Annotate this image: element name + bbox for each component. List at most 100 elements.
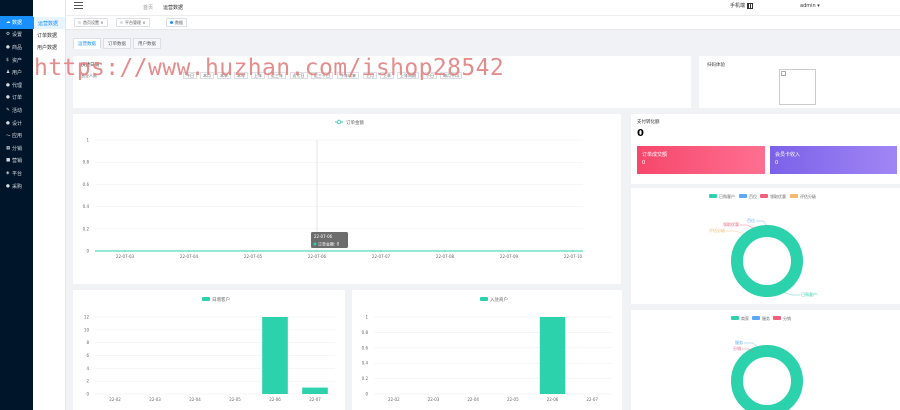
sidebar-item-12[interactable]: ◈ 平台 — [0, 167, 33, 180]
x-tick-label: 22-05 — [507, 397, 519, 402]
merchant-donut-chart: 商家 服务 分销服务分销 — [731, 315, 803, 410]
slice-label: 领取优惠 — [723, 221, 739, 227]
x-tick-label: 22-04 — [189, 397, 201, 402]
y-tick-label: 10 — [84, 327, 90, 332]
sidebar-item-10[interactable]: ▦ 分销 — [0, 142, 33, 155]
sidebar-item-0[interactable]: ☁ 数据 — [0, 16, 33, 29]
subnav-item-0[interactable]: 运营数据 — [33, 17, 65, 29]
y-tick-label: 0.6 — [83, 182, 90, 187]
data-point — [188, 250, 190, 252]
legend-marker — [752, 316, 760, 320]
breadcrumb-home[interactable]: 首页 — [143, 4, 153, 11]
x-tick-label: 22-06 — [547, 397, 559, 402]
dot-icon: ● — [6, 120, 10, 126]
x-tick-label: 22-07-05 — [244, 254, 263, 259]
y-tick-label: 0.6 — [362, 345, 369, 350]
subnav-item-2[interactable]: 用户数据 — [33, 41, 65, 53]
qr-code-icon[interactable] — [747, 2, 754, 9]
data-point — [444, 250, 446, 252]
legend-label: 百位 — [749, 193, 757, 199]
dollar-icon: $ — [6, 57, 9, 63]
y-tick-label: 0.8 — [83, 160, 90, 165]
tag-data[interactable]: 数据 — [166, 18, 187, 27]
legend-marker — [760, 194, 768, 198]
sidebar-item-9[interactable]: 〜应用 — [0, 129, 33, 142]
y-tick-label: 6 — [86, 353, 89, 358]
tag-platform[interactable]: 平台管理 × — [116, 18, 150, 27]
sidebar-item-label: 营销 — [12, 158, 23, 165]
sidebar-item-11[interactable]: ■ 营销 — [0, 155, 33, 168]
sidebar-item-label: 设计 — [12, 120, 23, 127]
x-tick-label: 22-04 — [467, 397, 479, 402]
sidebar-item-3[interactable]: $ 资产 — [0, 54, 33, 67]
x-tick-label: 22-07-03 — [116, 254, 135, 259]
x-tick-label: 22-05 — [229, 397, 241, 402]
order-amount-box: 订单成交额 0 — [637, 146, 765, 174]
hamburger-icon[interactable] — [74, 2, 83, 11]
close-icon[interactable]: × — [142, 20, 145, 25]
y-tick-label: 8 — [86, 340, 89, 345]
x-tick-label: 22-07 — [309, 397, 321, 402]
sidebar-item-1[interactable]: ⚙ 设置 — [0, 29, 33, 42]
close-icon[interactable]: × — [100, 20, 103, 25]
member-income-value: 0 — [775, 160, 779, 166]
bar — [539, 317, 566, 394]
data-point — [380, 250, 382, 252]
tooltip-dot — [313, 242, 317, 246]
sidebar-item-2[interactable]: ● 商品 — [0, 41, 33, 54]
slice-label: 服务 — [735, 339, 743, 345]
legend-label: 入驻商户 — [490, 296, 508, 303]
slice-label: 百位 — [747, 217, 755, 223]
tab-operation[interactable]: 运营数据 — [73, 38, 101, 49]
x-tick-label: 22-07 — [586, 397, 598, 402]
user-icon: ♟ — [6, 70, 11, 76]
new-customer-bar-chart: 日增客户 12 10 8 6 4 2 0 22-02 22-03 22-04 22-05 22-06 22… — [84, 296, 335, 402]
user-menu[interactable]: admin ▾ — [800, 3, 820, 9]
sidebar-item-13[interactable]: ● 采购 — [0, 180, 33, 193]
stack-icon: ◈ — [6, 170, 10, 176]
tab-user[interactable]: 用户数据 — [133, 38, 161, 49]
dot-icon: ● — [6, 82, 10, 88]
tag-home-settings[interactable]: 首页设置 × — [74, 18, 108, 27]
data-point — [252, 250, 254, 252]
slice-label: 分销 — [733, 345, 741, 351]
x-tick-label: 22-07-08 — [436, 254, 455, 259]
sidebar-item-4[interactable]: ♟ 用户 — [0, 66, 33, 79]
subnav-item-1[interactable]: 订单数据 — [33, 29, 65, 41]
tooltip-row: 订单金额: 0 — [318, 241, 340, 247]
x-tick-label: 22-07-07 — [372, 254, 391, 259]
bar — [262, 317, 288, 394]
slice-label: 评估分级 — [709, 227, 725, 233]
order-amount-label: 订单成交额 — [642, 152, 668, 158]
y-tick-label: 4 — [86, 366, 89, 371]
watermark: https://www.huzhan.com/ishop28542 — [34, 55, 505, 81]
legend-marker — [731, 316, 739, 320]
edit-icon: ✎ — [6, 107, 10, 113]
line-chart: 订单金额 1 0.8 0.6 0.4 0.2 0 22-07-03 22-07-04 22-07-… — [83, 119, 583, 259]
sidebar-item-8[interactable]: ● 设计 — [0, 117, 33, 130]
mobile-scan[interactable]: 手机端 — [730, 2, 754, 9]
line-chart-card: 订单金额 1 0.8 0.6 0.4 0.2 0 22-07-03 22-07-04 22-07-… — [73, 114, 621, 284]
legend-marker — [773, 316, 781, 320]
sidebar-item-5[interactable]: ● 代理 — [0, 79, 33, 92]
x-tick-label: 22-07-04 — [180, 254, 199, 259]
sidebar-item-label: 代理 — [12, 82, 23, 89]
sidebar-item-label: 设置 — [12, 32, 23, 39]
member-income-label: 会员卡收入 — [775, 152, 801, 158]
tab-order[interactable]: 订单数据 — [103, 38, 131, 49]
legend-label: 领取优惠 — [770, 193, 786, 199]
data-tabs: 运营数据 订单数据 用户数据 — [73, 38, 163, 49]
sidebar-item-7[interactable]: ✎ 活动 — [0, 104, 33, 117]
sidebar-item-label: 分销 — [12, 145, 23, 152]
legend-label: 评估分级 — [800, 193, 816, 199]
x-tick-label: 22-07-10 — [564, 254, 583, 259]
donut-card-2: 商家 服务 分销 服务 分销 — [631, 310, 900, 410]
y-tick-label: 0.4 — [362, 361, 369, 366]
cloud-icon: ☁ — [6, 19, 11, 25]
sidebar-item-6[interactable]: ● 订单 — [0, 92, 33, 105]
legend-label: 商家 — [741, 315, 749, 321]
donut-slice — [731, 225, 803, 297]
legend-label: 分销 — [783, 315, 791, 321]
x-tick-label: 22-03 — [149, 397, 161, 402]
y-tick-label: 0 — [365, 392, 368, 397]
